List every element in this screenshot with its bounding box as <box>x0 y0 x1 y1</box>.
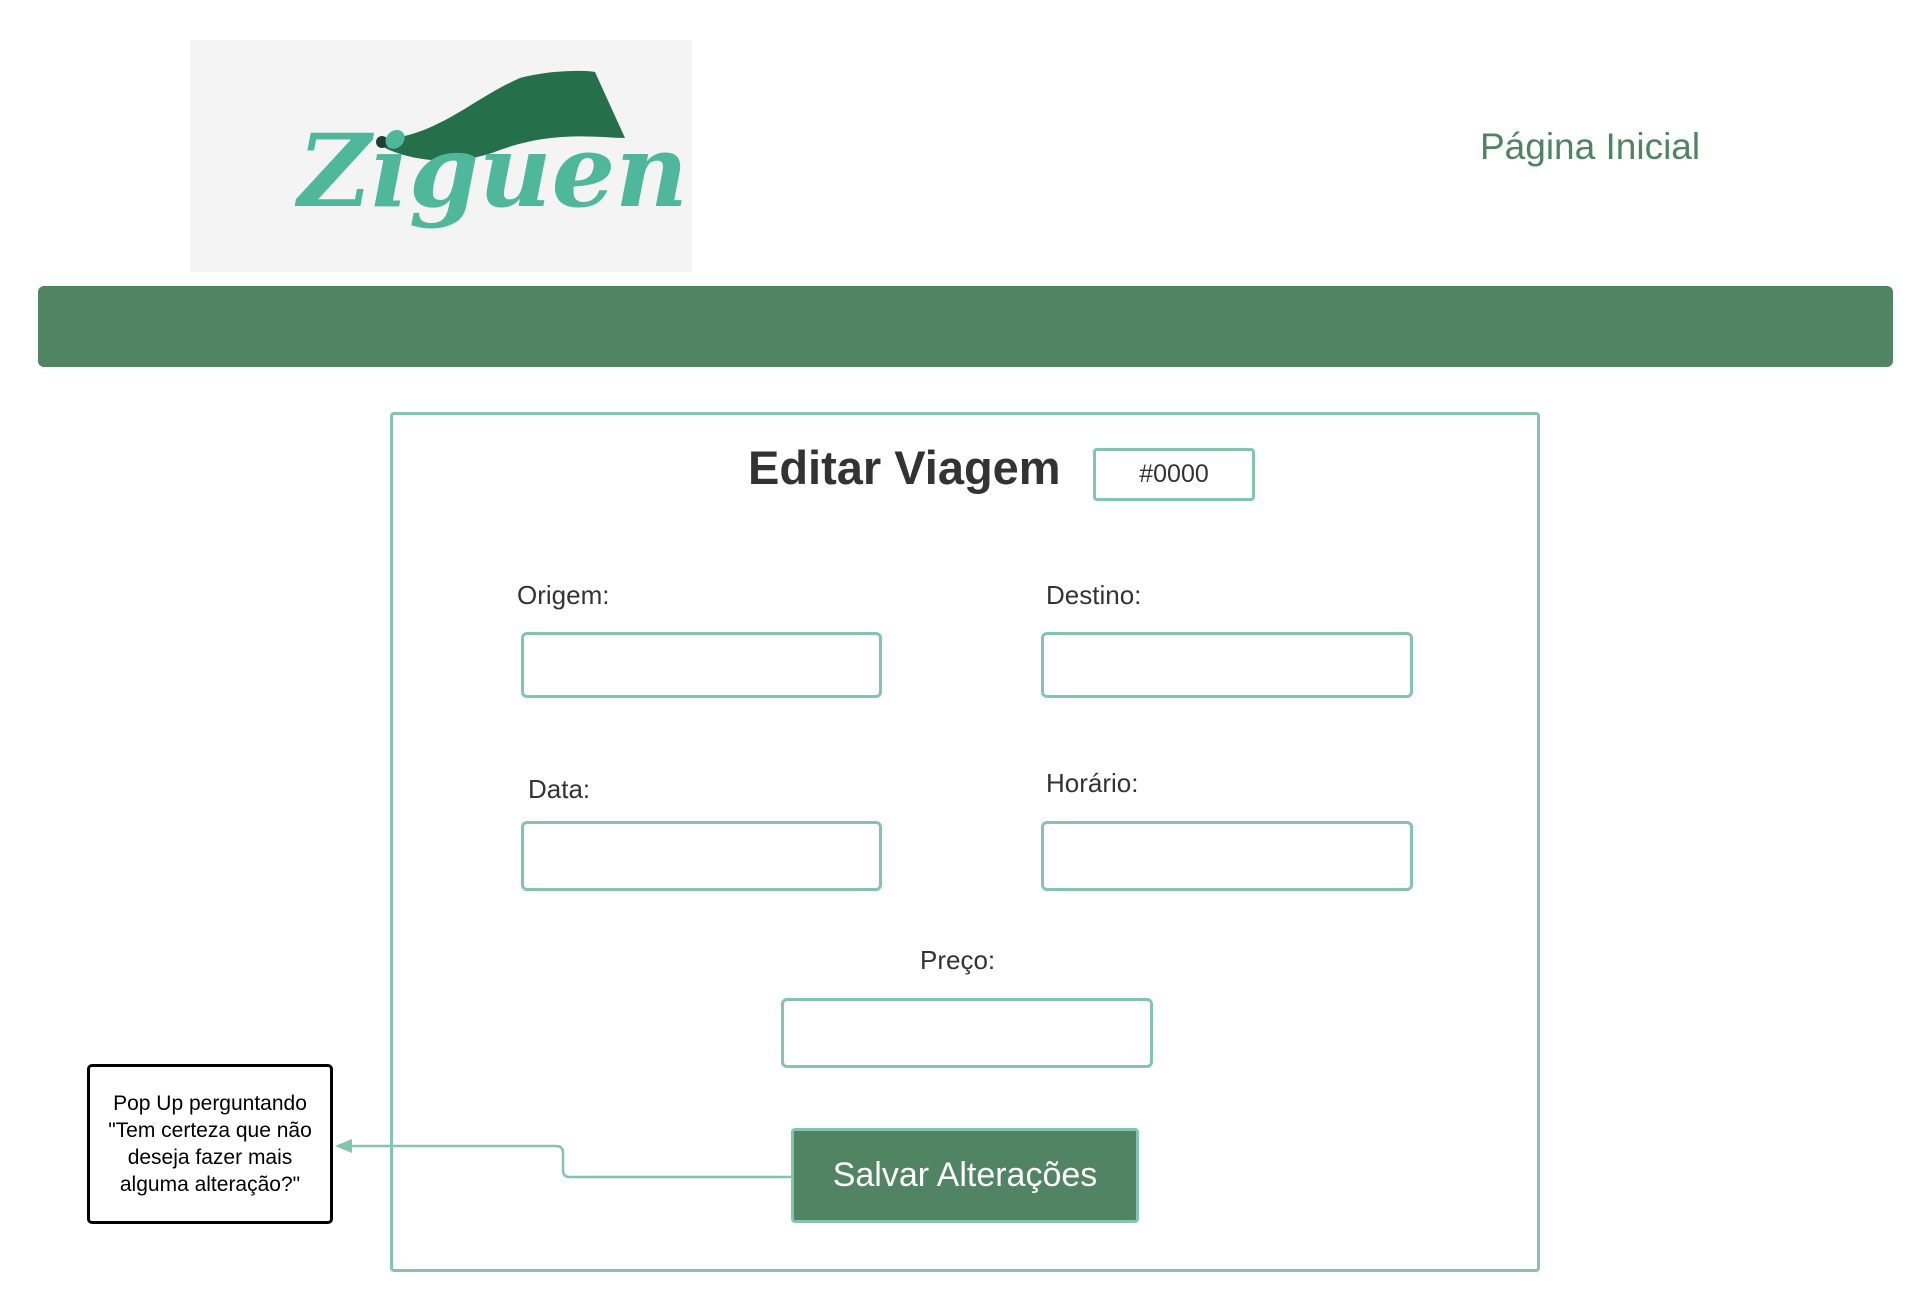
trip-id-badge: #0000 <box>1093 448 1255 501</box>
date-input[interactable] <box>521 821 882 891</box>
page-title: Editar Viagem <box>748 441 1061 494</box>
save-changes-button[interactable]: Salvar Alterações <box>791 1128 1139 1223</box>
date-label: Data: <box>528 774 591 804</box>
annotation-note: Pop Up perguntando "Tem certeza que não … <box>87 1064 333 1224</box>
price-input[interactable] <box>781 998 1153 1068</box>
annotation-text: Pop Up perguntando "Tem certeza que não … <box>108 1092 312 1196</box>
header-bar <box>38 286 1893 367</box>
destination-label: Destino: <box>1046 580 1142 610</box>
time-input[interactable] <box>1041 821 1413 891</box>
arrowhead-icon <box>335 1139 352 1153</box>
logo: Ziguen <box>190 40 692 272</box>
nav-home-link[interactable]: Página Inicial <box>1480 126 1700 168</box>
time-label: Horário: <box>1046 768 1139 798</box>
price-label: Preço: <box>920 945 996 975</box>
origin-input[interactable] <box>521 632 882 698</box>
logo-wordmark: Ziguen <box>294 112 688 230</box>
destination-input[interactable] <box>1041 632 1413 698</box>
logo-mark: Ziguen <box>294 70 688 230</box>
origin-label: Origem: <box>517 580 610 610</box>
